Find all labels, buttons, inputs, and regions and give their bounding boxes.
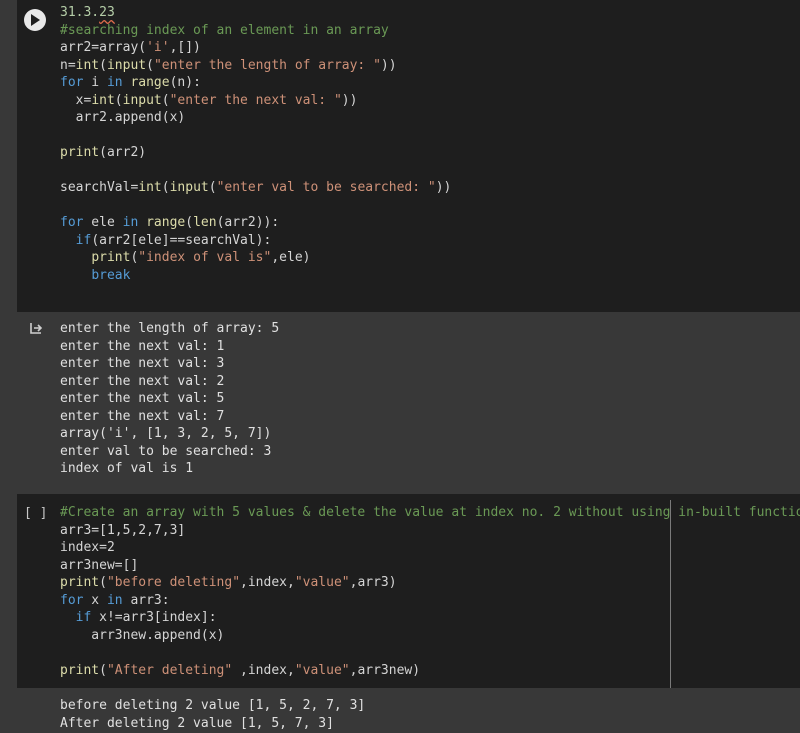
play-icon [31, 14, 40, 26]
output-line: array('i', [1, 3, 2, 5, 7]) [60, 426, 272, 441]
text-cursor-guide [670, 500, 671, 688]
output-arrow-icon[interactable] [28, 320, 44, 340]
output-line: before deleting 2 value [1, 5, 2, 7, 3] [60, 698, 366, 713]
code-line[interactable]: index=2 [60, 539, 115, 556]
code-line[interactable]: print("index of val is",ele) [60, 249, 310, 266]
output-line: enter the next val: 7 [60, 408, 225, 424]
code-line[interactable]: #searching index of an element in an arr… [60, 22, 389, 39]
code-line[interactable]: searchVal=int(input("enter val to be sea… [60, 179, 451, 196]
code-line[interactable]: if(arr2[ele]==searchVal): [60, 232, 272, 249]
run-cell-button[interactable] [24, 9, 46, 31]
output-line: After deleting 2 value [1, 5, 7, 3] [60, 715, 334, 731]
code-line[interactable]: for ele in range(len(arr2)): [60, 214, 279, 231]
code-line[interactable]: print("After deleting" ,index,"value",ar… [60, 662, 420, 679]
code-line[interactable]: #Create an array with 5 values & delete … [60, 504, 800, 521]
code-line[interactable]: break [60, 267, 130, 284]
code-line[interactable]: arr3=[1,5,2,7,3] [60, 522, 185, 539]
code-line[interactable]: print("before deleting",index,"value",ar… [60, 574, 397, 591]
cell-exec-count[interactable]: [ ] [24, 506, 47, 521]
output-line: enter the next val: 1 [60, 338, 225, 354]
output-line: index of val is 1 [60, 461, 194, 476]
code-line[interactable]: arr3new=[] [60, 557, 138, 574]
code-line[interactable]: if x!=arr3[index]: [60, 609, 217, 626]
output-line: enter the next val: 2 [60, 373, 225, 389]
code-line[interactable]: x=int(input("enter the next val: ")) [60, 92, 358, 109]
output-line: enter the next val: 3 [60, 356, 225, 371]
code-line[interactable]: arr2.append(x) [60, 109, 186, 126]
code-line[interactable]: for i in range(n): [60, 74, 201, 91]
code-line[interactable]: arr3new.append(x) [60, 627, 224, 644]
output-line: enter the next val: 5 [60, 391, 225, 406]
code-line[interactable]: n=int(input("enter the length of array: … [60, 57, 397, 74]
code-line[interactable]: print(arr2) [60, 144, 146, 161]
output-line: enter the length of array: 5 [60, 321, 280, 336]
code-line[interactable]: for x in arr3: [60, 592, 170, 609]
code-line[interactable]: arr2=array('i',[]) [60, 39, 201, 56]
output-line: enter val to be searched: 3 [60, 443, 272, 459]
code-line[interactable]: 31.3.23 [60, 4, 115, 21]
